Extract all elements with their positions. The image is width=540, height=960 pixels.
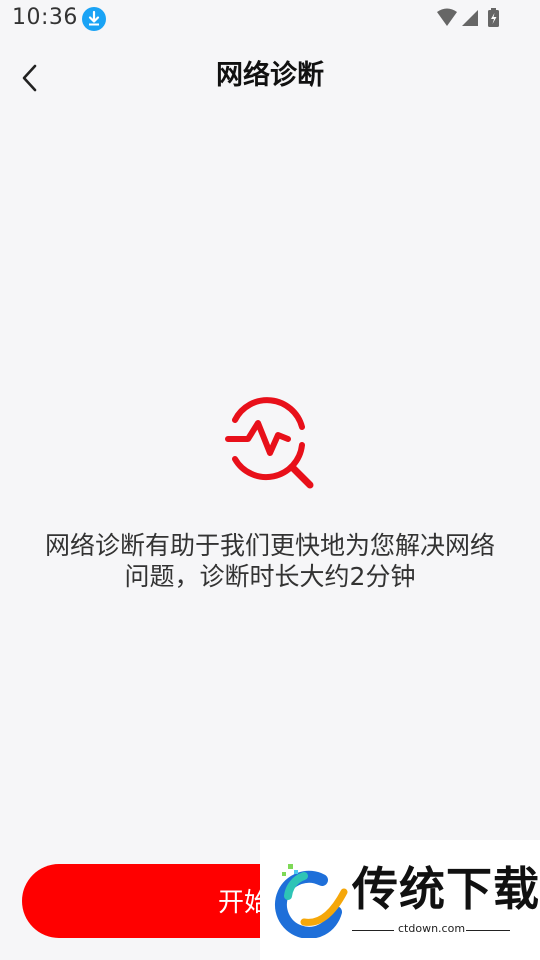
nav-bar: 网络诊断 [0,50,540,106]
watermark-divider-right [466,930,510,931]
page-title: 网络诊断 [216,60,324,91]
cell-signal-icon [462,10,478,26]
watermark-url: ctdown.com [398,922,466,935]
wifi-icon [437,8,457,26]
description-text: 网络诊断有助于我们更快地为您解决网络问题，诊断时长大约2分钟 [44,531,495,591]
status-icons [437,8,499,27]
watermark-divider-left [352,930,394,931]
status-bar: 10:36 [0,0,540,38]
watermark-logo [274,864,348,938]
watermark-title: 传统下载 [352,862,540,916]
watermark: 传统下载 ctdown.com [260,840,540,960]
download-icon [82,7,106,31]
diagnosis-magnifier-icon [225,397,314,489]
status-time: 10:36 [12,5,78,30]
battery-charging-icon [488,8,499,27]
